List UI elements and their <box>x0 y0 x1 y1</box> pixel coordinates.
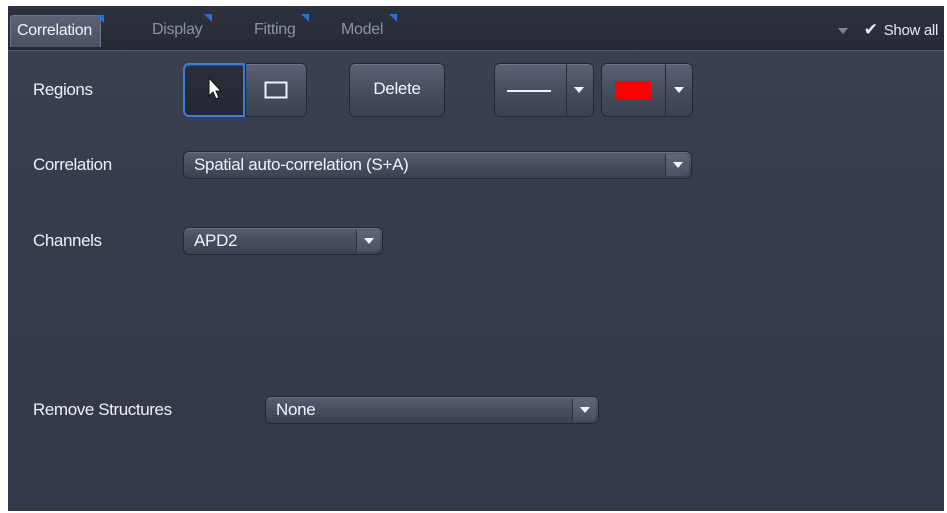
remove-structures-select[interactable]: None <box>265 396 599 424</box>
tab-fitting[interactable]: Fitting <box>254 14 310 47</box>
checkmark-icon: ✔ <box>863 20 878 39</box>
tab-model-label: Model <box>341 21 384 38</box>
chevron-down-icon <box>574 87 584 93</box>
correlation-select-value: Spatial auto-correlation (S+A) <box>194 155 409 174</box>
dropdown-arrow-box <box>356 230 380 252</box>
rectangle-tool-button[interactable] <box>245 63 307 117</box>
dropdown-divider <box>665 64 666 116</box>
remove-structures-label: Remove Structures <box>33 400 172 419</box>
show-all-toggle[interactable]: ✔ Show all <box>837 16 939 44</box>
tab-correlation-label: Correlation <box>17 22 92 39</box>
channels-select-value: APD2 <box>194 231 238 250</box>
tab-correlation[interactable]: Correlation <box>10 15 104 47</box>
correlation-panel: Correlation Display Fitting Model ✔ Show … <box>8 6 944 511</box>
tab-corner-marker <box>301 14 310 22</box>
delete-button-label: Delete <box>373 79 421 98</box>
line-style-dropdown[interactable] <box>494 63 594 117</box>
tab-model[interactable]: Model <box>341 14 398 47</box>
remove-structures-select-value: None <box>276 400 316 419</box>
channels-label: Channels <box>33 231 102 250</box>
cursor-arrow-icon <box>208 77 223 100</box>
pointer-tool-button[interactable] <box>183 63 245 117</box>
tab-display[interactable]: Display <box>152 14 213 47</box>
rectangle-icon <box>264 81 288 99</box>
tab-display-label: Display <box>152 21 203 38</box>
tab-bar: Correlation Display Fitting Model ✔ Show … <box>8 6 944 51</box>
tab-corner-marker <box>204 14 213 22</box>
chevron-down-icon <box>579 407 590 413</box>
dropdown-divider <box>566 64 567 116</box>
chevron-down-icon <box>363 238 374 244</box>
chevron-down-icon <box>674 87 684 93</box>
show-all-label: Show all <box>883 22 939 39</box>
delete-button[interactable]: Delete <box>349 63 445 117</box>
tab-fitting-label: Fitting <box>254 21 296 38</box>
color-swatch <box>615 81 651 99</box>
channels-select[interactable]: APD2 <box>183 227 383 255</box>
dropdown-arrow-box <box>572 399 596 421</box>
line-style-icon <box>507 90 551 92</box>
region-color-dropdown[interactable] <box>601 63 693 117</box>
correlation-select[interactable]: Spatial auto-correlation (S+A) <box>183 151 692 179</box>
tab-corner-marker <box>389 14 398 22</box>
chevron-down-icon[interactable] <box>837 28 848 35</box>
chevron-down-icon <box>672 162 683 168</box>
dropdown-arrow-box <box>665 154 689 176</box>
tab-corner-marker <box>95 15 104 23</box>
correlation-label: Correlation <box>33 155 112 174</box>
regions-label: Regions <box>33 80 93 99</box>
